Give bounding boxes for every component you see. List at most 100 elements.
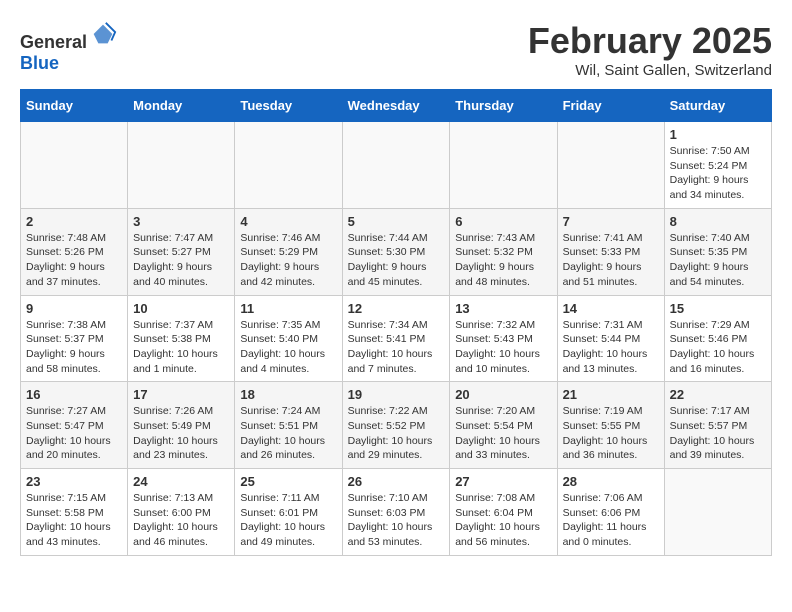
day-info: Sunrise: 7:32 AM Sunset: 5:43 PM Dayligh…	[455, 318, 551, 377]
day-info: Sunrise: 7:34 AM Sunset: 5:41 PM Dayligh…	[348, 318, 445, 377]
day-number: 12	[348, 301, 445, 316]
calendar-cell: 2 Sunrise: 7:48 AM Sunset: 5:26 PM Daylig…	[21, 208, 128, 295]
calendar-cell	[450, 122, 557, 209]
calendar-week-3: 9Sunrise: 7:38 AM Sunset: 5:37 PM Daylig…	[21, 295, 772, 382]
day-info: Sunrise: 7:11 AM Sunset: 6:01 PM Dayligh…	[240, 491, 336, 550]
calendar-cell: 27 Sunrise: 7:08 AM Sunset: 6:04 PM Dayli…	[450, 469, 557, 556]
logo: General Blue	[20, 20, 117, 74]
day-info: Sunrise: 7:19 AM Sunset: 5:55 PM Dayligh…	[563, 404, 659, 463]
day-number: 4	[240, 214, 336, 229]
calendar-cell: 24 Sunrise: 7:13 AM Sunset: 6:00 PM Dayli…	[128, 469, 235, 556]
day-info: Sunrise: 7:08 AM Sunset: 6:04 PM Dayligh…	[455, 491, 551, 550]
day-info: Sunrise: 7:20 AM Sunset: 5:54 PM Dayligh…	[455, 404, 551, 463]
day-number: 17	[133, 387, 229, 402]
day-info: Sunrise: 7:48 AM Sunset: 5:26 PM Dayligh…	[26, 231, 122, 290]
day-info: Sunrise: 7:37 AM Sunset: 5:38 PM Dayligh…	[133, 318, 229, 377]
day-info: Sunrise: 7:35 AM Sunset: 5:40 PM Dayligh…	[240, 318, 336, 377]
calendar-cell	[128, 122, 235, 209]
day-number: 6	[455, 214, 551, 229]
day-info: Sunrise: 7:17 AM Sunset: 5:57 PM Dayligh…	[670, 404, 766, 463]
day-number: 16	[26, 387, 122, 402]
calendar-cell: 8Sunrise: 7:40 AM Sunset: 5:35 PM Daylig…	[664, 208, 771, 295]
calendar-cell: 13 Sunrise: 7:32 AM Sunset: 5:43 PM Dayli…	[450, 295, 557, 382]
day-number: 20	[455, 387, 551, 402]
calendar-cell: 23 Sunrise: 7:15 AM Sunset: 5:58 PM Dayli…	[21, 469, 128, 556]
day-number: 2	[26, 214, 122, 229]
month-title: February 2025	[528, 20, 772, 62]
calendar-cell: 25 Sunrise: 7:11 AM Sunset: 6:01 PM Dayli…	[235, 469, 342, 556]
day-number: 10	[133, 301, 229, 316]
day-number: 23	[26, 474, 122, 489]
day-number: 15	[670, 301, 766, 316]
day-info: Sunrise: 7:41 AM Sunset: 5:33 PM Dayligh…	[563, 231, 659, 290]
weekday-header-tuesday: Tuesday	[235, 90, 342, 122]
day-info: Sunrise: 7:47 AM Sunset: 5:27 PM Dayligh…	[133, 231, 229, 290]
weekday-header-sunday: Sunday	[21, 90, 128, 122]
calendar-cell: 7 Sunrise: 7:41 AM Sunset: 5:33 PM Daylig…	[557, 208, 664, 295]
calendar-table: SundayMondayTuesdayWednesdayThursdayFrid…	[20, 89, 772, 556]
logo-icon	[89, 20, 117, 48]
day-number: 28	[563, 474, 659, 489]
weekday-header-saturday: Saturday	[664, 90, 771, 122]
day-info: Sunrise: 7:43 AM Sunset: 5:32 PM Dayligh…	[455, 231, 551, 290]
weekday-header-friday: Friday	[557, 90, 664, 122]
day-info: Sunrise: 7:22 AM Sunset: 5:52 PM Dayligh…	[348, 404, 445, 463]
calendar-cell: 14Sunrise: 7:31 AM Sunset: 5:44 PM Dayli…	[557, 295, 664, 382]
calendar-cell	[557, 122, 664, 209]
calendar-cell: 20 Sunrise: 7:20 AM Sunset: 5:54 PM Dayli…	[450, 382, 557, 469]
calendar-cell: 5 Sunrise: 7:44 AM Sunset: 5:30 PM Daylig…	[342, 208, 450, 295]
calendar-cell	[235, 122, 342, 209]
day-info: Sunrise: 7:26 AM Sunset: 5:49 PM Dayligh…	[133, 404, 229, 463]
day-info: Sunrise: 7:46 AM Sunset: 5:29 PM Dayligh…	[240, 231, 336, 290]
calendar-week-4: 16 Sunrise: 7:27 AM Sunset: 5:47 PM Dayli…	[21, 382, 772, 469]
calendar-cell: 22Sunrise: 7:17 AM Sunset: 5:57 PM Dayli…	[664, 382, 771, 469]
day-number: 27	[455, 474, 551, 489]
day-number: 5	[348, 214, 445, 229]
day-number: 7	[563, 214, 659, 229]
day-info: Sunrise: 7:31 AM Sunset: 5:44 PM Dayligh…	[563, 318, 659, 377]
day-number: 1	[670, 127, 766, 142]
calendar-cell: 18Sunrise: 7:24 AM Sunset: 5:51 PM Dayli…	[235, 382, 342, 469]
day-number: 3	[133, 214, 229, 229]
logo-text-blue: Blue	[20, 53, 59, 73]
calendar-cell: 21 Sunrise: 7:19 AM Sunset: 5:55 PM Dayli…	[557, 382, 664, 469]
weekday-header-thursday: Thursday	[450, 90, 557, 122]
day-info: Sunrise: 7:27 AM Sunset: 5:47 PM Dayligh…	[26, 404, 122, 463]
day-number: 25	[240, 474, 336, 489]
weekday-header-monday: Monday	[128, 90, 235, 122]
calendar-week-2: 2 Sunrise: 7:48 AM Sunset: 5:26 PM Daylig…	[21, 208, 772, 295]
day-info: Sunrise: 7:40 AM Sunset: 5:35 PM Dayligh…	[670, 231, 766, 290]
calendar-cell: 6 Sunrise: 7:43 AM Sunset: 5:32 PM Daylig…	[450, 208, 557, 295]
day-number: 21	[563, 387, 659, 402]
weekday-header-wednesday: Wednesday	[342, 90, 450, 122]
calendar-cell: 28Sunrise: 7:06 AM Sunset: 6:06 PM Dayli…	[557, 469, 664, 556]
day-number: 9	[26, 301, 122, 316]
day-number: 26	[348, 474, 445, 489]
calendar-cell: 15Sunrise: 7:29 AM Sunset: 5:46 PM Dayli…	[664, 295, 771, 382]
calendar-cell: 12 Sunrise: 7:34 AM Sunset: 5:41 PM Dayli…	[342, 295, 450, 382]
calendar-cell: 11 Sunrise: 7:35 AM Sunset: 5:40 PM Dayli…	[235, 295, 342, 382]
calendar-cell: 1 Sunrise: 7:50 AM Sunset: 5:24 PM Daylig…	[664, 122, 771, 209]
day-number: 19	[348, 387, 445, 402]
calendar-cell: 26 Sunrise: 7:10 AM Sunset: 6:03 PM Dayli…	[342, 469, 450, 556]
page-header: General Blue February 2025 Wil, Saint Ga…	[20, 20, 772, 79]
location: Wil, Saint Gallen, Switzerland	[528, 62, 772, 79]
calendar-week-5: 23 Sunrise: 7:15 AM Sunset: 5:58 PM Dayli…	[21, 469, 772, 556]
calendar-cell: 10 Sunrise: 7:37 AM Sunset: 5:38 PM Dayli…	[128, 295, 235, 382]
day-number: 24	[133, 474, 229, 489]
logo-text-general: General	[20, 32, 87, 52]
calendar-cell	[664, 469, 771, 556]
calendar-cell	[21, 122, 128, 209]
title-block: February 2025 Wil, Saint Gallen, Switzer…	[528, 20, 772, 79]
day-info: Sunrise: 7:10 AM Sunset: 6:03 PM Dayligh…	[348, 491, 445, 550]
day-info: Sunrise: 7:44 AM Sunset: 5:30 PM Dayligh…	[348, 231, 445, 290]
day-number: 13	[455, 301, 551, 316]
calendar-week-1: 1 Sunrise: 7:50 AM Sunset: 5:24 PM Daylig…	[21, 122, 772, 209]
calendar-header-row: SundayMondayTuesdayWednesdayThursdayFrid…	[21, 90, 772, 122]
calendar-cell: 17 Sunrise: 7:26 AM Sunset: 5:49 PM Dayli…	[128, 382, 235, 469]
day-info: Sunrise: 7:15 AM Sunset: 5:58 PM Dayligh…	[26, 491, 122, 550]
calendar-cell: 4 Sunrise: 7:46 AM Sunset: 5:29 PM Daylig…	[235, 208, 342, 295]
day-info: Sunrise: 7:13 AM Sunset: 6:00 PM Dayligh…	[133, 491, 229, 550]
day-number: 11	[240, 301, 336, 316]
day-info: Sunrise: 7:50 AM Sunset: 5:24 PM Dayligh…	[670, 144, 766, 203]
